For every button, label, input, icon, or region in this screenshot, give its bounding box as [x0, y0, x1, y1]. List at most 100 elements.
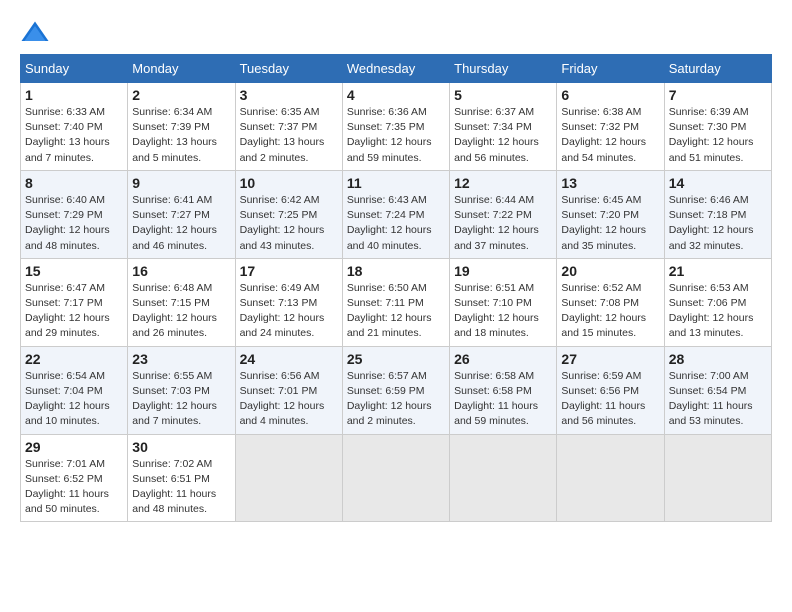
day-info: Sunrise: 6:53 AMSunset: 7:06 PMDaylight:…: [669, 281, 767, 342]
calendar-day: 8 Sunrise: 6:40 AMSunset: 7:29 PMDaylight…: [21, 170, 128, 258]
day-number: 10: [240, 175, 338, 191]
calendar-day: 30 Sunrise: 7:02 AMSunset: 6:51 PMDayligh…: [128, 434, 235, 522]
day-info: Sunrise: 6:48 AMSunset: 7:15 PMDaylight:…: [132, 281, 230, 342]
calendar-week-row: 22 Sunrise: 6:54 AMSunset: 7:04 PMDayligh…: [21, 346, 772, 434]
calendar-day: 14 Sunrise: 6:46 AMSunset: 7:18 PMDayligh…: [664, 170, 771, 258]
day-number: 3: [240, 87, 338, 103]
day-info: Sunrise: 6:56 AMSunset: 7:01 PMDaylight:…: [240, 369, 338, 430]
logo-icon: [20, 20, 50, 44]
calendar-day: 29 Sunrise: 7:01 AMSunset: 6:52 PMDayligh…: [21, 434, 128, 522]
calendar-day: 18 Sunrise: 6:50 AMSunset: 7:11 PMDayligh…: [342, 258, 449, 346]
weekday-header-row: SundayMondayTuesdayWednesdayThursdayFrid…: [21, 55, 772, 83]
day-number: 21: [669, 263, 767, 279]
calendar-day: [235, 434, 342, 522]
calendar-day: 10 Sunrise: 6:42 AMSunset: 7:25 PMDayligh…: [235, 170, 342, 258]
logo: [20, 20, 54, 44]
day-info: Sunrise: 6:55 AMSunset: 7:03 PMDaylight:…: [132, 369, 230, 430]
calendar-week-row: 15 Sunrise: 6:47 AMSunset: 7:17 PMDayligh…: [21, 258, 772, 346]
day-info: Sunrise: 6:42 AMSunset: 7:25 PMDaylight:…: [240, 193, 338, 254]
calendar-day: 24Sunrise: 6:56 AMSunset: 7:01 PMDayligh…: [235, 346, 342, 434]
weekday-header: Friday: [557, 55, 664, 83]
day-number: 6: [561, 87, 659, 103]
day-info: Sunrise: 6:36 AMSunset: 7:35 PMDaylight:…: [347, 105, 445, 166]
day-info: Sunrise: 6:58 AMSunset: 6:58 PMDaylight:…: [454, 369, 552, 430]
day-info: Sunrise: 6:51 AMSunset: 7:10 PMDaylight:…: [454, 281, 552, 342]
day-number: 1: [25, 87, 123, 103]
day-info: Sunrise: 6:54 AMSunset: 7:04 PMDaylight:…: [25, 369, 123, 430]
day-number: 22: [25, 351, 123, 367]
calendar-day: 19 Sunrise: 6:51 AMSunset: 7:10 PMDayligh…: [450, 258, 557, 346]
calendar-day: 25 Sunrise: 6:57 AMSunset: 6:59 PMDayligh…: [342, 346, 449, 434]
day-number: 8: [25, 175, 123, 191]
weekday-header: Wednesday: [342, 55, 449, 83]
day-info: Sunrise: 6:57 AMSunset: 6:59 PMDaylight:…: [347, 369, 445, 430]
calendar-day: 3 Sunrise: 6:35 AMSunset: 7:37 PMDaylight…: [235, 83, 342, 171]
calendar-week-row: 1 Sunrise: 6:33 AMSunset: 7:40 PMDaylight…: [21, 83, 772, 171]
calendar-day: 4 Sunrise: 6:36 AMSunset: 7:35 PMDaylight…: [342, 83, 449, 171]
day-number: 29: [25, 439, 123, 455]
day-info: Sunrise: 6:38 AMSunset: 7:32 PMDaylight:…: [561, 105, 659, 166]
calendar-day: 21 Sunrise: 6:53 AMSunset: 7:06 PMDayligh…: [664, 258, 771, 346]
day-info: Sunrise: 6:46 AMSunset: 7:18 PMDaylight:…: [669, 193, 767, 254]
calendar-day: [557, 434, 664, 522]
day-info: Sunrise: 6:50 AMSunset: 7:11 PMDaylight:…: [347, 281, 445, 342]
weekday-header: Tuesday: [235, 55, 342, 83]
weekday-header: Saturday: [664, 55, 771, 83]
day-number: 17: [240, 263, 338, 279]
day-info: Sunrise: 6:47 AMSunset: 7:17 PMDaylight:…: [25, 281, 123, 342]
day-number: 13: [561, 175, 659, 191]
calendar-day: 23Sunrise: 6:55 AMSunset: 7:03 PMDayligh…: [128, 346, 235, 434]
day-info: Sunrise: 6:37 AMSunset: 7:34 PMDaylight:…: [454, 105, 552, 166]
day-number: 18: [347, 263, 445, 279]
day-number: 9: [132, 175, 230, 191]
page-header: [20, 20, 772, 44]
day-number: 4: [347, 87, 445, 103]
day-number: 19: [454, 263, 552, 279]
calendar-day: 28 Sunrise: 7:00 AMSunset: 6:54 PMDayligh…: [664, 346, 771, 434]
day-number: 14: [669, 175, 767, 191]
weekday-header: Monday: [128, 55, 235, 83]
calendar-day: [664, 434, 771, 522]
calendar-week-row: 8 Sunrise: 6:40 AMSunset: 7:29 PMDaylight…: [21, 170, 772, 258]
day-info: Sunrise: 6:43 AMSunset: 7:24 PMDaylight:…: [347, 193, 445, 254]
calendar-day: 6 Sunrise: 6:38 AMSunset: 7:32 PMDaylight…: [557, 83, 664, 171]
calendar-day: 26Sunrise: 6:58 AMSunset: 6:58 PMDayligh…: [450, 346, 557, 434]
calendar-day: 11 Sunrise: 6:43 AMSunset: 7:24 PMDayligh…: [342, 170, 449, 258]
day-number: 12: [454, 175, 552, 191]
calendar-day: 12 Sunrise: 6:44 AMSunset: 7:22 PMDayligh…: [450, 170, 557, 258]
day-info: Sunrise: 6:59 AMSunset: 6:56 PMDaylight:…: [561, 369, 659, 430]
calendar-day: [450, 434, 557, 522]
day-info: Sunrise: 6:49 AMSunset: 7:13 PMDaylight:…: [240, 281, 338, 342]
day-info: Sunrise: 7:00 AMSunset: 6:54 PMDaylight:…: [669, 369, 767, 430]
calendar-day: 7Sunrise: 6:39 AMSunset: 7:30 PMDaylight…: [664, 83, 771, 171]
calendar-day: [342, 434, 449, 522]
calendar-day: 9Sunrise: 6:41 AMSunset: 7:27 PMDaylight…: [128, 170, 235, 258]
day-number: 16: [132, 263, 230, 279]
day-number: 5: [454, 87, 552, 103]
calendar-day: 16 Sunrise: 6:48 AMSunset: 7:15 PMDayligh…: [128, 258, 235, 346]
day-number: 25: [347, 351, 445, 367]
day-number: 15: [25, 263, 123, 279]
day-info: Sunrise: 7:01 AMSunset: 6:52 PMDaylight:…: [25, 457, 123, 518]
weekday-header: Thursday: [450, 55, 557, 83]
day-info: Sunrise: 6:45 AMSunset: 7:20 PMDaylight:…: [561, 193, 659, 254]
day-number: 20: [561, 263, 659, 279]
calendar-day: 1 Sunrise: 6:33 AMSunset: 7:40 PMDaylight…: [21, 83, 128, 171]
day-number: 30: [132, 439, 230, 455]
day-info: Sunrise: 7:02 AMSunset: 6:51 PMDaylight:…: [132, 457, 230, 518]
day-number: 27: [561, 351, 659, 367]
calendar-week-row: 29 Sunrise: 7:01 AMSunset: 6:52 PMDayligh…: [21, 434, 772, 522]
calendar-day: 22 Sunrise: 6:54 AMSunset: 7:04 PMDayligh…: [21, 346, 128, 434]
calendar-day: 27 Sunrise: 6:59 AMSunset: 6:56 PMDayligh…: [557, 346, 664, 434]
day-info: Sunrise: 6:40 AMSunset: 7:29 PMDaylight:…: [25, 193, 123, 254]
day-info: Sunrise: 6:35 AMSunset: 7:37 PMDaylight:…: [240, 105, 338, 166]
day-info: Sunrise: 6:52 AMSunset: 7:08 PMDaylight:…: [561, 281, 659, 342]
calendar-day: 17 Sunrise: 6:49 AMSunset: 7:13 PMDayligh…: [235, 258, 342, 346]
day-number: 28: [669, 351, 767, 367]
day-info: Sunrise: 6:44 AMSunset: 7:22 PMDaylight:…: [454, 193, 552, 254]
calendar-day: 20 Sunrise: 6:52 AMSunset: 7:08 PMDayligh…: [557, 258, 664, 346]
day-number: 11: [347, 175, 445, 191]
day-info: Sunrise: 6:33 AMSunset: 7:40 PMDaylight:…: [25, 105, 123, 166]
day-info: Sunrise: 6:34 AMSunset: 7:39 PMDaylight:…: [132, 105, 230, 166]
day-number: 2: [132, 87, 230, 103]
